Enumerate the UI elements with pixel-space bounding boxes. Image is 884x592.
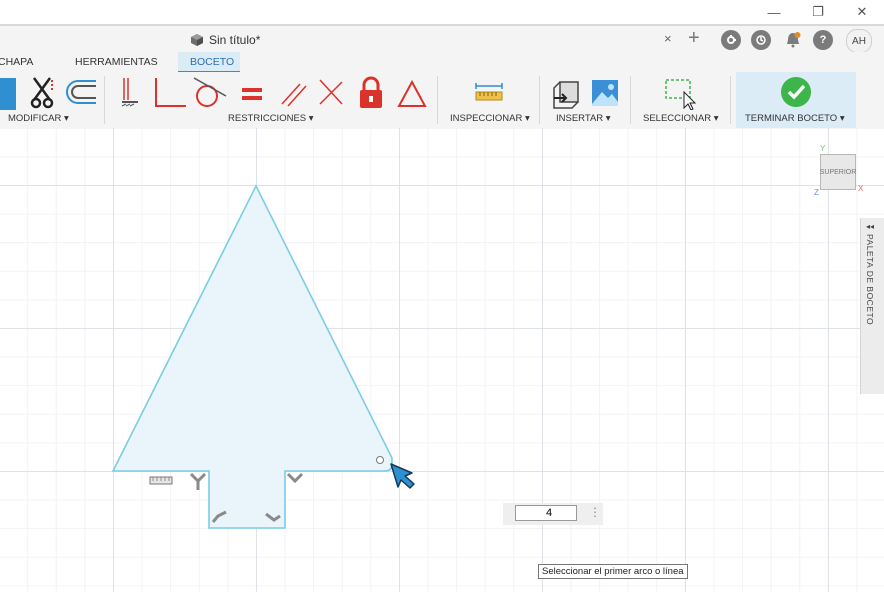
symmetry-triangle-icon[interactable] — [396, 76, 428, 110]
sketch-toolbar: MODIFICAR ▾ RESTRICCIONES ▾ INSPECCIONAR… — [0, 72, 884, 129]
help-icon[interactable]: ? — [813, 30, 833, 50]
offset-tool-icon[interactable] — [64, 76, 98, 108]
document-tab-strip: Sin título* × + ? AH — [0, 24, 884, 53]
job-status-icon[interactable] — [751, 30, 771, 50]
ribbon-tabs: CHAPA HERRAMIENTAS BOCETO — [0, 52, 884, 74]
inspeccionar-group-label[interactable]: INSPECCIONAR ▾ — [450, 113, 530, 124]
horizontal-constraint-glyph — [149, 476, 173, 485]
dimension-options-icon[interactable]: ⋮ — [589, 505, 601, 519]
toolbar-separator — [539, 76, 540, 124]
seleccionar-group-label[interactable]: SELECCIONAR ▾ — [643, 113, 719, 124]
window-titlebar: — ❐ ✕ — [0, 0, 884, 24]
sketch-canvas[interactable]: Y X Z SUPERIOR ◂◂ PALETA DE BOCETO ⋮ Sel… — [0, 128, 884, 592]
prompt-tooltip: Seleccionar el primer arco o línea — [538, 564, 688, 579]
window-select-icon[interactable] — [664, 76, 698, 110]
viewcube-axis-z: Z — [814, 188, 819, 197]
document-tab[interactable]: Sin título* — [190, 30, 260, 50]
viewcube-axis-x: X — [858, 184, 864, 193]
horizontal-vertical-constraint-icon[interactable] — [118, 76, 142, 110]
sketch-geometry — [111, 184, 415, 529]
close-window-button[interactable]: ✕ — [842, 0, 882, 24]
viewcube-axis-y: Y — [820, 144, 826, 153]
insert-derive-icon[interactable] — [552, 76, 582, 110]
dimension-input[interactable] — [515, 505, 577, 521]
insertar-group-label[interactable]: INSERTAR ▾ — [556, 113, 611, 124]
sketch-palette-label: PALETA DE BOCETO — [865, 234, 875, 326]
toolbar-separator — [630, 76, 631, 124]
collinear-constraint-icon[interactable] — [316, 76, 346, 110]
perpendicular-constraint-icon[interactable] — [152, 76, 188, 110]
fillet-tool-icon[interactable] — [0, 78, 16, 110]
minimize-button[interactable]: — — [754, 0, 794, 24]
equal-constraint-icon[interactable] — [240, 76, 264, 110]
tangent-constraint-icon[interactable] — [192, 76, 228, 110]
palette-collapse-icon[interactable]: ◂◂ — [866, 222, 874, 231]
restore-button[interactable]: ❐ — [798, 0, 838, 24]
toolbar-separator — [104, 76, 105, 124]
measure-ruler-icon[interactable] — [474, 76, 504, 110]
terminar-boceto-group-label[interactable]: TERMINAR BOCETO ▾ — [745, 113, 845, 124]
toolbar-separator — [437, 76, 438, 124]
sketch-palette-panel[interactable]: ◂◂ PALETA DE BOCETO — [860, 218, 884, 394]
insert-image-icon[interactable] — [590, 76, 620, 110]
document-title: Sin título* — [209, 33, 261, 47]
viewcube-face-top[interactable]: SUPERIOR — [820, 154, 856, 190]
cursor-arrow-icon — [390, 463, 415, 489]
viewcube[interactable]: Y X Z SUPERIOR — [812, 144, 872, 204]
avatar[interactable]: AH — [846, 29, 872, 53]
toolbar-separator — [730, 76, 731, 124]
tab-boceto[interactable]: BOCETO — [190, 56, 234, 68]
trim-scissors-icon[interactable] — [28, 76, 56, 110]
fillet-point-marker — [376, 456, 384, 464]
tab-herramientas[interactable]: HERRAMIENTAS — [75, 56, 158, 68]
dimension-input-widget: ⋮ — [503, 503, 603, 525]
fix-lock-icon[interactable] — [356, 76, 386, 110]
modificar-group-label[interactable]: MODIFICAR ▾ — [8, 113, 69, 124]
finish-sketch-check-icon[interactable] — [780, 76, 812, 108]
new-tab-icon[interactable]: + — [688, 27, 700, 50]
tab-boceto-container[interactable]: BOCETO — [178, 52, 240, 74]
tab-chapa[interactable]: CHAPA — [0, 56, 33, 68]
extensions-icon[interactable] — [721, 30, 741, 50]
restricciones-group-label[interactable]: RESTRICCIONES ▾ — [228, 113, 314, 124]
document-cube-icon — [191, 34, 203, 46]
notifications-icon[interactable] — [783, 30, 803, 50]
parallel-constraint-icon[interactable] — [278, 76, 308, 110]
tab-close-icon[interactable]: × — [664, 31, 672, 46]
